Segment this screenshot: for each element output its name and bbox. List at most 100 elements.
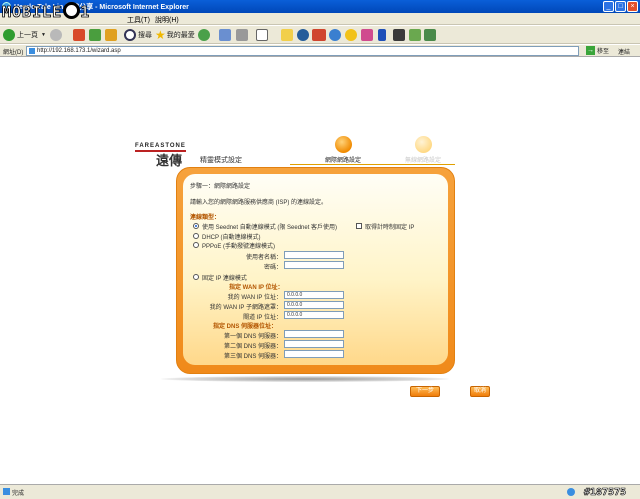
password-label: 密碼： — [263, 265, 282, 271]
dns2-input[interactable] — [284, 340, 344, 348]
tool-button-a[interactable] — [393, 28, 405, 42]
ie-link-button[interactable] — [329, 28, 341, 42]
radio-static-ip[interactable] — [193, 274, 199, 280]
card-shadow — [161, 376, 449, 382]
search-icon — [124, 29, 136, 41]
home-icon — [105, 29, 117, 41]
messenger-icon — [361, 29, 373, 41]
smiley-icon — [345, 29, 357, 41]
next-button[interactable]: 下一步 — [410, 386, 440, 397]
wan-ip-label: 我的 WAN IP 位址： — [227, 295, 282, 301]
maximize-button[interactable]: □ — [615, 1, 626, 12]
dns1-input[interactable] — [284, 330, 344, 338]
back-button[interactable]: 上一頁 ▼ — [3, 28, 46, 42]
password-input[interactable] — [284, 261, 344, 269]
address-input[interactable]: http://192.168.173.1/wizard.asp — [26, 46, 579, 56]
stop-button[interactable] — [73, 28, 85, 42]
gateway-input[interactable]: 0.0.0.0 — [284, 311, 344, 319]
go-button[interactable]: → 移至 — [586, 46, 609, 55]
book-icon — [409, 29, 421, 41]
dns2-label: 第二個 DNS 伺服器： — [223, 344, 282, 350]
tool-button-b[interactable] — [409, 28, 421, 42]
mail-button[interactable] — [219, 28, 231, 42]
back-arrow-icon — [3, 29, 15, 41]
tool-button-c[interactable] — [424, 28, 436, 42]
wan-ip-input[interactable]: 0.0.0.0 — [284, 291, 344, 299]
gateway-label: 閘道 IP 位址： — [243, 315, 282, 321]
menu-bar: 工具(T) 說明(H) — [0, 13, 640, 25]
smiley-button[interactable] — [345, 28, 357, 42]
msn-button[interactable] — [312, 28, 326, 42]
username-input[interactable] — [284, 251, 344, 259]
bluetooth-button[interactable] — [378, 28, 386, 42]
step-2-icon — [414, 136, 432, 153]
msn-icon — [312, 29, 326, 41]
subnet-label: 我的 WAN IP 子網路遮罩： — [209, 305, 282, 311]
ie-link-icon — [329, 29, 341, 41]
film-icon — [393, 29, 405, 41]
globe-button[interactable] — [297, 28, 309, 42]
minimize-button[interactable]: _ — [603, 1, 614, 12]
watermark-logo: MOBILE 1 — [2, 2, 91, 21]
status-page-icon — [3, 488, 10, 495]
dns3-label: 第三個 DNS 伺服器： — [223, 354, 282, 360]
bluetooth-icon — [378, 29, 386, 41]
radio-pppoe-label: PPPoE (手動撥號連線模式) — [202, 244, 276, 250]
checkbox-fixed-ip[interactable] — [356, 223, 362, 229]
print-button[interactable] — [236, 28, 248, 42]
word-icon — [256, 29, 268, 41]
status-bar: 完成 #187575 — [0, 484, 640, 499]
folder-icon — [281, 29, 293, 41]
mail-icon — [219, 29, 231, 41]
printer-icon — [236, 29, 248, 41]
status-text: 完成 — [12, 491, 25, 497]
internet-zone-icon — [567, 488, 575, 496]
stop-icon — [73, 29, 85, 41]
brand-logo: FAREASTONE 遠傳 — [135, 143, 186, 168]
username-label: 使用者名稱： — [245, 255, 282, 261]
close-button[interactable]: × — [627, 1, 638, 12]
title-bar: Hemlo Tale Lin 無線分享 - Microsoft Internet… — [0, 0, 640, 13]
conn-type-label: 連線類型： — [190, 215, 221, 221]
messenger-button[interactable] — [361, 28, 373, 42]
cancel-button[interactable]: 取消 — [470, 386, 490, 397]
history-icon — [198, 29, 210, 41]
home-button[interactable] — [105, 28, 117, 42]
favorites-button[interactable]: ★ 我的最愛 — [155, 28, 195, 42]
dns-heading: 指定 DNS 伺服器位址： — [213, 324, 278, 330]
radio-seednet-label: 使用 Seednet 自動連線模式 (限 Seednet 客戶使用) — [202, 225, 338, 231]
forward-arrow-icon — [50, 29, 62, 41]
radio-pppoe[interactable] — [193, 242, 199, 248]
history-button[interactable] — [198, 28, 210, 42]
dns3-input[interactable] — [284, 350, 344, 358]
address-bar: 網址(D) http://192.168.173.1/wizard.asp → … — [0, 45, 640, 57]
step-1-label: 網際網路設定 — [324, 158, 361, 164]
dns1-label: 第一個 DNS 伺服器： — [223, 334, 282, 340]
forward-button[interactable] — [50, 28, 62, 42]
wan-heading: 指定 WAN IP 位址： — [229, 285, 284, 291]
tree-icon — [424, 29, 436, 41]
menu-help[interactable]: 說明(H) — [155, 15, 179, 25]
wizard-title: 精靈模式設定 — [200, 157, 242, 164]
search-button[interactable]: 搜尋 — [124, 28, 152, 42]
refresh-icon — [89, 29, 101, 41]
chevron-down-icon: ▼ — [41, 32, 46, 38]
links-label[interactable]: 連結 — [618, 47, 630, 56]
radio-dhcp-label: DHCP (自動連線模式) — [202, 235, 261, 241]
edit-button[interactable] — [256, 28, 268, 42]
refresh-button[interactable] — [89, 28, 101, 42]
page-icon — [29, 48, 35, 54]
brand-cn: 遠傳 — [156, 153, 183, 168]
menu-tools[interactable]: 工具(T) — [127, 15, 150, 25]
subnet-input[interactable]: 0.0.0.0 — [284, 301, 344, 309]
radio-dhcp[interactable] — [193, 233, 199, 239]
toolbar: 上一頁 ▼ 搜尋 ★ 我的最愛 — [0, 26, 640, 44]
step-2-indicator: 無線網路設定 — [393, 136, 453, 164]
steps-divider — [290, 164, 455, 165]
corner-watermark: #187575 — [584, 487, 627, 499]
folder-button[interactable] — [281, 28, 293, 42]
radio-static-ip-label: 固定 IP 連線模式 — [202, 276, 247, 282]
checkbox-fixed-ip-label: 取得計時制固定 IP — [365, 225, 415, 231]
radio-seednet[interactable] — [193, 223, 199, 229]
window-controls: _ □ × — [603, 1, 638, 12]
